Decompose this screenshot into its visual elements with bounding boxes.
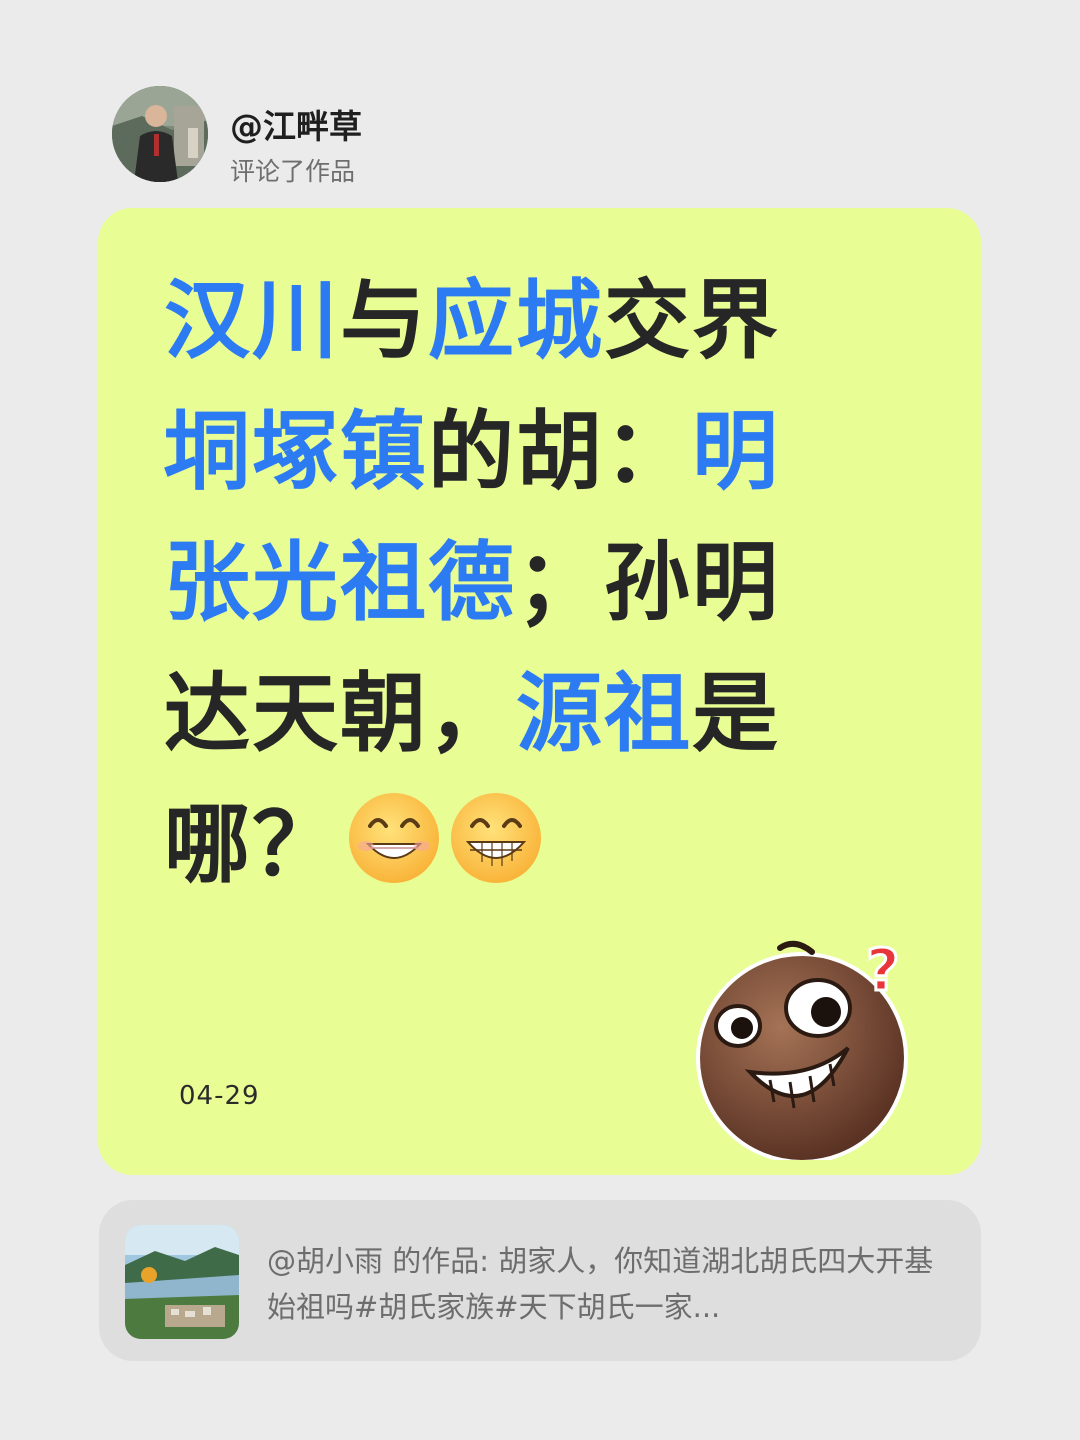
post-description[interactable]: @胡小雨 的作品: 胡家人，你知道湖北胡氏四大开基始祖吗#胡氏家族#天下胡氏一家… [267, 1238, 947, 1330]
referenced-post[interactable]: @胡小雨 的作品: 胡家人，你知道湖北胡氏四大开基始祖吗#胡氏家族#天下胡氏一家… [99, 1200, 981, 1361]
comment-text-segment: 与 [340, 271, 428, 371]
highlight-text: 应城 [428, 271, 604, 371]
comment-text-segment: 的胡： [428, 402, 692, 502]
confused-grin-sticker-icon: ? [690, 930, 920, 1164]
comment-text-segment: 交界 [604, 271, 780, 371]
user-name[interactable]: @江畔草 [230, 100, 362, 148]
highlight-text: 汉川 [164, 271, 340, 371]
comment-header: @江畔草 评论了作品 [112, 86, 812, 186]
post-thumbnail[interactable] [125, 1225, 239, 1339]
action-text: 评论了作品 [230, 157, 356, 186]
highlight-text: 垌塚镇 [164, 402, 428, 502]
user-avatar[interactable] [112, 86, 208, 182]
comment-card: 汉川与应城交界垌塚镇的胡：明张光祖德；孙明达天朝，源祖是哪？ 04-29 ? [98, 208, 981, 1175]
grin-emoji-icon [448, 790, 544, 886]
svg-text:?: ? [866, 936, 900, 1004]
grin-emoji-icon [346, 790, 442, 886]
highlight-text: 源祖 [516, 664, 692, 764]
comment-text: 汉川与应城交界垌塚镇的胡：明张光祖德；孙明达天朝，源祖是哪？ [164, 256, 864, 911]
comment-date: 04-29 [179, 1081, 260, 1111]
